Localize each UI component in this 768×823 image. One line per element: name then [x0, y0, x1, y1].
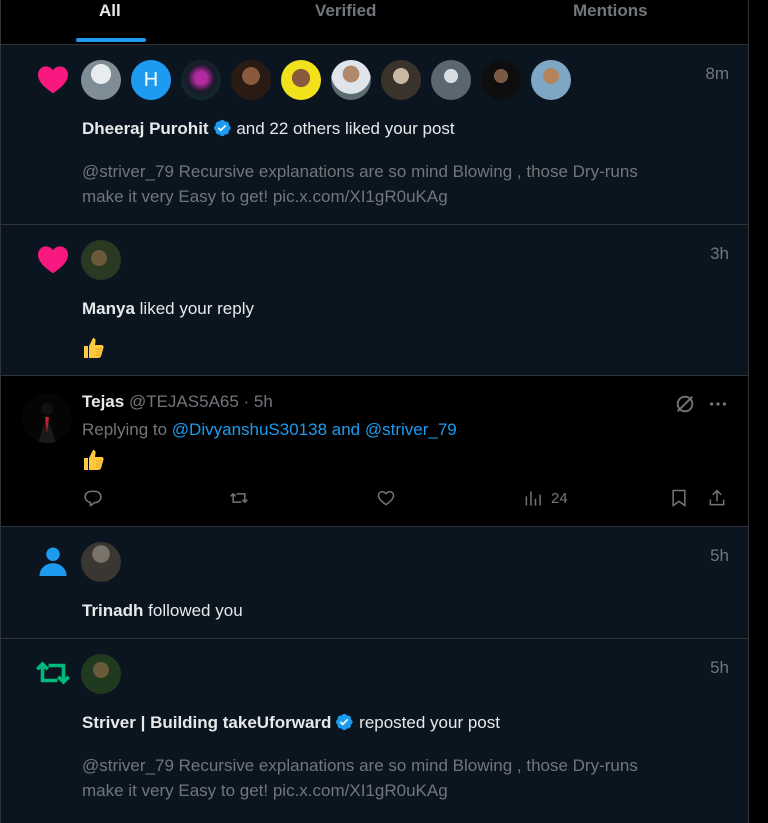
bookmark-button[interactable] — [669, 488, 689, 508]
action-text: reposted your post — [359, 713, 500, 732]
notification-like[interactable]: 3h Manya liked your reply — [1, 225, 748, 376]
thumbs-up-emoji-icon — [84, 450, 104, 470]
avatar[interactable] — [531, 60, 571, 100]
notification-text: Dheeraj Purohit and 22 others liked your… — [82, 118, 455, 139]
avatar[interactable] — [431, 60, 471, 100]
actor-name[interactable]: Manya — [82, 299, 135, 318]
scrollbar-track[interactable] — [749, 0, 768, 823]
avatar[interactable] — [281, 60, 321, 100]
tab-bar: All Verified Mentions — [1, 0, 748, 45]
views-count: 24 — [551, 489, 568, 507]
timestamp[interactable]: 3h — [710, 244, 729, 264]
replying-to-users[interactable]: @DivyanshuS30138 and @striver_79 — [172, 420, 457, 439]
reposter-avatars — [81, 654, 121, 694]
avatar[interactable] — [231, 60, 271, 100]
avatar[interactable] — [22, 393, 72, 443]
notification-follow[interactable]: 5h Trinadh followed you — [1, 527, 748, 639]
action-text: and 22 others liked your post — [236, 119, 455, 138]
share-button[interactable] — [707, 488, 727, 508]
views-button[interactable]: 24 — [523, 488, 568, 508]
post-preview[interactable]: @striver_79 Recursive explanations are s… — [82, 753, 682, 803]
bookmark-icon — [672, 489, 686, 507]
notification-text: Manya liked your reply — [82, 299, 254, 319]
heart-icon — [35, 241, 71, 277]
liker-avatars — [81, 240, 121, 280]
notification-repost[interactable]: 5h Striver | Building takeUforward repos… — [1, 639, 748, 823]
follower-avatars — [81, 542, 121, 582]
avatar[interactable] — [381, 60, 421, 100]
heart-outline-icon — [377, 490, 395, 506]
timestamp[interactable]: 8m — [705, 64, 729, 84]
actor-name[interactable]: Trinadh — [82, 601, 143, 620]
retweet-button[interactable] — [229, 488, 249, 508]
avatar[interactable] — [81, 542, 121, 582]
notification-like[interactable]: H 8m Dheeraj Purohit and 22 others liked… — [1, 45, 748, 225]
tab-verified[interactable]: Verified — [315, 0, 376, 44]
author-name[interactable]: Tejas — [82, 392, 124, 411]
avatar[interactable] — [481, 60, 521, 100]
heart-icon — [35, 61, 71, 97]
grok-icon[interactable] — [674, 393, 696, 415]
notification-text: Trinadh followed you — [82, 601, 243, 621]
replying-prefix: Replying to — [82, 420, 168, 439]
person-icon — [35, 543, 71, 579]
author-handle[interactable]: @TEJAS5A65 · 5h — [129, 392, 273, 411]
avatar[interactable] — [181, 60, 221, 100]
verified-badge-icon — [213, 119, 231, 137]
reply-tweet[interactable]: Tejas @TEJAS5A65 · 5h Replying to @Divya… — [1, 376, 748, 527]
verified-badge-icon — [336, 713, 354, 731]
views-chart-icon — [525, 491, 541, 506]
reply-icon — [84, 490, 102, 507]
notifications-panel: All Verified Mentions H 8m Dheeraj Puroh… — [0, 0, 749, 823]
tweet-header: Tejas @TEJAS5A65 · 5h — [82, 392, 273, 412]
actor-name[interactable]: Dheeraj Purohit — [82, 119, 209, 138]
avatar[interactable] — [81, 240, 121, 280]
timestamp[interactable]: 5h — [710, 546, 729, 566]
notification-text: Striver | Building takeUforward reposted… — [82, 712, 500, 733]
post-preview[interactable]: @striver_79 Recursive explanations are s… — [82, 159, 682, 209]
like-button[interactable] — [376, 488, 396, 508]
timestamp[interactable]: 5h — [710, 658, 729, 678]
tab-mentions[interactable]: Mentions — [573, 0, 648, 44]
actor-name[interactable]: Striver | Building takeUforward — [82, 713, 331, 732]
reply-button[interactable] — [83, 488, 103, 508]
more-options-icon[interactable] — [707, 393, 729, 415]
avatar[interactable]: H — [131, 60, 171, 100]
active-tab-indicator — [76, 38, 146, 42]
avatar[interactable] — [81, 60, 121, 100]
retweet-icon — [230, 492, 248, 504]
avatar[interactable] — [331, 60, 371, 100]
avatar[interactable] — [81, 654, 121, 694]
action-text: followed you — [148, 601, 243, 620]
liker-avatars: H — [81, 60, 571, 100]
thumbs-up-emoji-icon — [84, 338, 104, 358]
repost-icon — [35, 655, 71, 691]
replying-to: Replying to @DivyanshuS30138 and @strive… — [82, 420, 457, 440]
action-text: liked your reply — [139, 299, 254, 318]
share-icon — [709, 489, 725, 506]
